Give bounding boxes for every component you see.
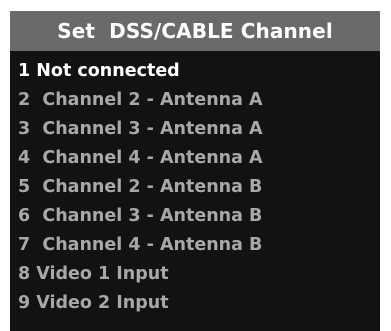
menu-item-channel-2-antenna-b[interactable]: 5 Channel 2 - Antenna B (18, 173, 372, 202)
channel-option-list: 1 Not connected 2 Channel 2 - Antenna A … (18, 57, 372, 318)
menu-item-video-1-input[interactable]: 8 Video 1 Input (18, 260, 372, 289)
menu-item-channel-3-antenna-b[interactable]: 6 Channel 3 - Antenna B (18, 202, 372, 231)
menu-item-video-2-input[interactable]: 9 Video 2 Input (18, 289, 372, 318)
menu-item-not-connected[interactable]: 1 Not connected (18, 57, 372, 86)
menu-title: Set DSS/CABLE Channel (10, 11, 380, 51)
menu-item-channel-4-antenna-a[interactable]: 4 Channel 4 - Antenna A (18, 144, 372, 173)
menu-item-channel-2-antenna-a[interactable]: 2 Channel 2 - Antenna A (18, 86, 372, 115)
menu-item-channel-3-antenna-a[interactable]: 3 Channel 3 - Antenna A (18, 115, 372, 144)
menu-item-channel-4-antenna-b[interactable]: 7 Channel 4 - Antenna B (18, 231, 372, 260)
channel-menu-panel: Set DSS/CABLE Channel 1 Not connected 2 … (10, 11, 380, 331)
